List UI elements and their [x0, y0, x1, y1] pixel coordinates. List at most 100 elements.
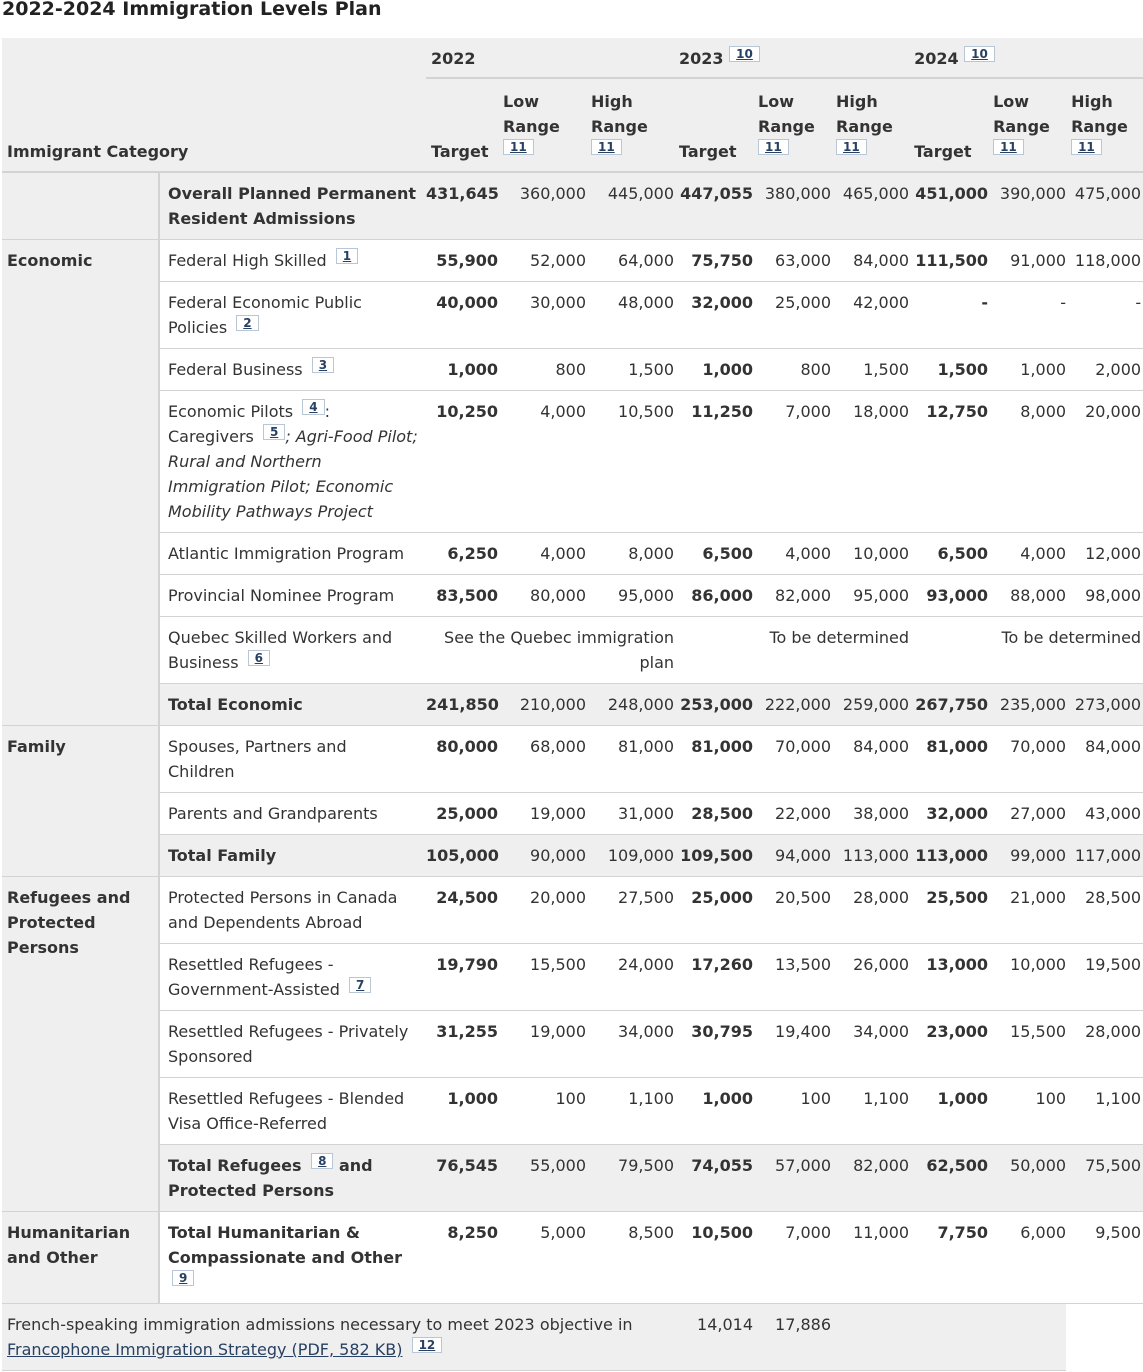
cell-value: 1,000 — [674, 1077, 754, 1145]
cell-value: 70,000 — [753, 725, 832, 793]
page-title: 2022-2024 Immigration Levels Plan — [2, 0, 382, 20]
table-row: Economic Federal High Skilled 1 55,900 52,0… — [2, 239, 1143, 726]
cell-value: 70,000 — [988, 725, 1067, 793]
footer-low: 14,014 — [674, 1303, 754, 1371]
row-label: Resettled Refugees - Government-Assisted… — [159, 943, 426, 1011]
header-high-range: High Range 11 — [836, 92, 893, 155]
footer-empty — [831, 1303, 1067, 1371]
header-low-range: Low Range 11 — [758, 92, 815, 155]
row-label: Quebec Skilled Workers and Business 6 — [159, 616, 426, 684]
cell-value: 25,500 — [909, 876, 989, 944]
cell-value: 360,000 — [498, 171, 586, 240]
cell-value: 431,645 — [426, 171, 499, 240]
footnote-link[interactable]: 12 — [411, 1337, 443, 1353]
cell-value: 10,000 — [988, 943, 1067, 1011]
cell-value: 10,250 — [426, 390, 498, 533]
cell-value: 259,000 — [831, 683, 910, 726]
cell-value: 19,500 — [1066, 943, 1143, 1011]
cell-value: 1,000 — [988, 348, 1067, 391]
cell-value: 30,795 — [674, 1010, 754, 1078]
table-row: Federal Economic Public Policies 2 40,000… — [2, 281, 1143, 349]
cell-value: 8,000 — [586, 532, 675, 575]
footnote-link[interactable]: 4 — [302, 399, 325, 415]
cell-value: 32,000 — [674, 281, 754, 349]
footnote-link[interactable]: 7 — [348, 977, 372, 993]
cell-value: 475,000 — [1066, 171, 1143, 240]
cell-value: 241,850 — [426, 683, 499, 726]
group-cell: Family — [2, 725, 160, 877]
footnote-link[interactable]: 2 — [236, 315, 259, 331]
footnote-link[interactable]: 11 — [591, 139, 622, 155]
cell-value: 25,000 — [753, 281, 832, 349]
cell-value: 1,000 — [426, 1077, 498, 1145]
row-label: Overall Planned Permanent Resident Admis… — [159, 171, 426, 240]
cell-value: 81,000 — [586, 725, 675, 793]
cell-value: 13,000 — [909, 943, 989, 1011]
footnote-link[interactable]: 3 — [311, 357, 335, 373]
footnote-link[interactable]: 9 — [172, 1270, 195, 1286]
row-label: Total Family — [159, 834, 426, 877]
table-row: Overall Planned Permanent Resident Admis… — [2, 171, 1143, 240]
header-year-2024: 2024 10 — [909, 38, 1143, 79]
cell-value: 10,000 — [831, 532, 910, 575]
cell-value: 1,000 — [674, 348, 754, 391]
cell-value: 20,000 — [1066, 390, 1143, 533]
footnote-link[interactable]: 6 — [247, 650, 271, 666]
cell-value: 83,500 — [426, 574, 498, 617]
table-row: Parents and Grandparents 25,000 19,000 31,0… — [2, 792, 1143, 835]
group-cell: Economic — [2, 239, 160, 726]
header-year-2022: 2022 — [426, 38, 675, 79]
header-year-2023: 2023 10 — [674, 38, 910, 79]
cell-value: 26,000 — [831, 943, 910, 1011]
cell-value: 100 — [498, 1077, 586, 1145]
cell-value: 23,000 — [909, 1010, 989, 1078]
francophone-strategy-link[interactable]: Francophone Immigration Strategy (PDF, 5… — [7, 1340, 402, 1359]
table-row: Refugees and Protected Persons Protected … — [2, 876, 1143, 1212]
group-cell: Humanitarian and Other — [2, 1211, 160, 1304]
cell-value: 30,000 — [498, 281, 586, 349]
table-row: Total Economic 241,850 210,000 248,000 253,0… — [2, 683, 1143, 726]
table-row: Total Refugees 8 and Protected Persons 76… — [2, 1144, 1143, 1212]
cell-value: 105,000 — [426, 834, 499, 877]
cell-value: 81,000 — [909, 725, 989, 793]
footnote-link[interactable]: 11 — [836, 139, 867, 155]
cell-value: 1,100 — [831, 1077, 910, 1145]
cell-value: 27,500 — [586, 876, 675, 944]
cell-value: 76,545 — [426, 1144, 498, 1212]
footnote-link[interactable]: 5 — [262, 424, 286, 440]
cell-value: 12,750 — [909, 390, 989, 533]
table-row: Quebec Skilled Workers and Business 6 See… — [2, 616, 1143, 684]
cell-value: 84,000 — [831, 239, 910, 282]
cell-value: 95,000 — [586, 574, 675, 617]
table-row: Resettled Refugees - Government-Assisted… — [2, 943, 1143, 1011]
cell-value: 82,000 — [753, 574, 832, 617]
footnote-link[interactable]: 11 — [1071, 139, 1102, 155]
cell-value: 15,500 — [498, 943, 586, 1011]
cell-value: 80,000 — [426, 725, 498, 793]
footer-row: French-speaking immigration admissions n… — [2, 1303, 1143, 1371]
cell-value: 447,055 — [674, 171, 754, 240]
cell-value: 12,000 — [1066, 532, 1143, 575]
row-label: Total Refugees 8 and Protected Persons — [159, 1144, 426, 1212]
cell-value: 55,000 — [498, 1144, 586, 1212]
header-target: Target — [679, 142, 737, 161]
footnote-link[interactable]: 11 — [503, 139, 534, 155]
footnote-link[interactable]: 11 — [758, 139, 789, 155]
cell-value: 57,000 — [753, 1144, 832, 1212]
cell-value: 82,000 — [831, 1144, 910, 1212]
footnote-link[interactable]: 8 — [311, 1153, 334, 1169]
row-label: Economic Pilots 4: Caregivers 5; Agri-Fo… — [159, 390, 426, 533]
cell-value: 24,500 — [426, 876, 498, 944]
cell-value: 48,000 — [586, 281, 675, 349]
cell-value: 99,000 — [988, 834, 1067, 877]
footnote-link[interactable]: 11 — [993, 139, 1024, 155]
cell-value: 50,000 — [988, 1144, 1067, 1212]
cell-value: 273,000 — [1066, 683, 1143, 726]
cell-value: 42,000 — [831, 281, 910, 349]
cell-value: 31,000 — [586, 792, 675, 835]
cell-value: 95,000 — [831, 574, 910, 617]
footnote-link[interactable]: 10 — [729, 46, 760, 62]
footnote-link[interactable]: 10 — [964, 46, 995, 62]
cell-value: 210,000 — [498, 683, 586, 726]
footnote-link[interactable]: 1 — [335, 248, 359, 264]
